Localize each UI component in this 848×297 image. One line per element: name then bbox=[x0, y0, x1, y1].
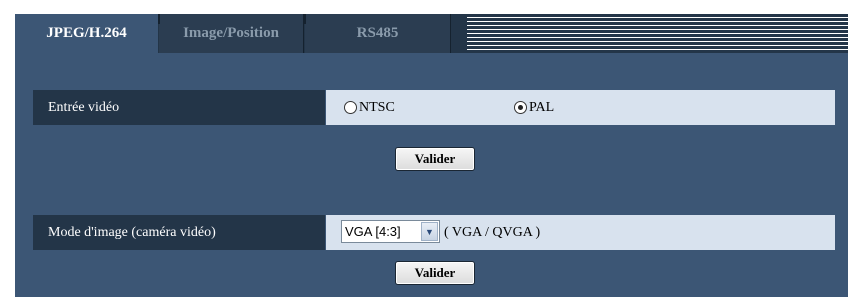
radio-pal[interactable]: PAL bbox=[514, 90, 554, 125]
chevron-down-icon[interactable]: ▼ bbox=[421, 222, 438, 241]
radio-pal-label: PAL bbox=[529, 99, 555, 115]
video-input-submit-button[interactable]: Valider bbox=[395, 147, 475, 171]
tab-divider bbox=[158, 14, 160, 24]
image-mode-select-value: VGA [4:3] bbox=[345, 224, 401, 239]
video-input-label: Entrée vidéo bbox=[33, 90, 325, 125]
image-mode-select[interactable]: VGA [4:3] ▼ bbox=[341, 220, 440, 243]
settings-frame: JPEG/H.264 Image/Position RS485 Entrée v… bbox=[0, 0, 848, 297]
image-mode-label: Mode d'image (caméra vidéo) bbox=[33, 215, 325, 250]
image-mode-label-text: Mode d'image (caméra vidéo) bbox=[48, 224, 216, 240]
radio-ntsc[interactable]: NTSC bbox=[344, 90, 395, 125]
tab-rs485[interactable]: RS485 bbox=[305, 14, 451, 53]
image-mode-suffix: ( VGA / QVGA ) bbox=[444, 224, 541, 240]
tab-image-position[interactable]: Image/Position bbox=[159, 14, 304, 53]
tab-bar: JPEG/H.264 Image/Position RS485 bbox=[15, 14, 848, 53]
tab-divider bbox=[304, 14, 306, 24]
video-input-value: NTSC PAL bbox=[326, 90, 835, 125]
radio-dot bbox=[518, 105, 523, 110]
image-mode-value: VGA [4:3] ▼ ( VGA / QVGA ) bbox=[326, 215, 835, 250]
settings-panel: Entrée vidéo NTSC PAL Valider Mode d'ima… bbox=[15, 53, 848, 297]
video-input-label-text: Entrée vidéo bbox=[48, 99, 120, 115]
tab-jpeg-h264[interactable]: JPEG/H.264 bbox=[15, 14, 158, 53]
radio-checked-icon[interactable] bbox=[514, 101, 527, 114]
image-mode-submit-button[interactable]: Valider bbox=[395, 261, 475, 285]
radio-unchecked-icon[interactable] bbox=[344, 101, 357, 114]
radio-ntsc-label: NTSC bbox=[359, 99, 395, 115]
tab-bar-decoration bbox=[467, 17, 848, 50]
